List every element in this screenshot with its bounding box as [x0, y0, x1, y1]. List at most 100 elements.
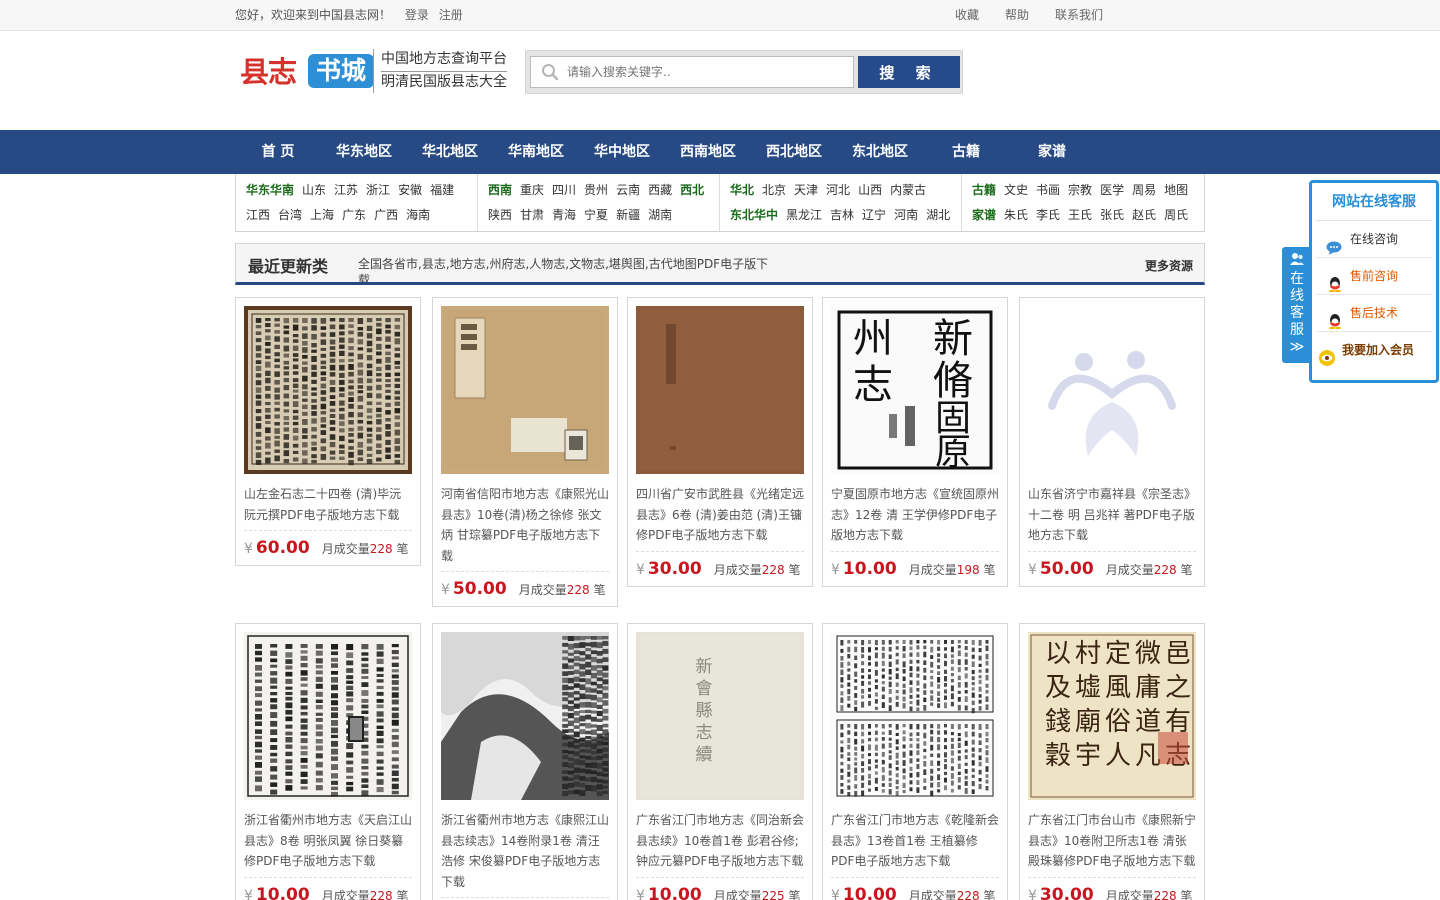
site-logo[interactable]: 县志 书城	[240, 52, 374, 92]
region-link[interactable]: 周易	[1132, 183, 1156, 197]
product-card[interactable]: 河南省信阳市地方志《康熙光山县志》10卷(清)杨之徐修 张文炳 甘琮纂PDF电子…	[432, 297, 618, 607]
region-link[interactable]: 山西	[858, 183, 882, 197]
region-link[interactable]: 赵氏	[1132, 208, 1156, 222]
nav-northeast[interactable]: 东北地区	[837, 130, 923, 174]
region-link[interactable]: 河南	[894, 208, 918, 222]
product-title-link[interactable]: 四川省广安市武胜县《光绪定远县志》6卷 (清)姜由范 (清)王镛修PDF电子版地…	[636, 484, 804, 552]
region-link[interactable]: 内蒙古	[890, 183, 926, 197]
product-title-link[interactable]: 河南省信阳市地方志《康熙光山县志》10卷(清)杨之徐修 张文炳 甘琮纂PDF电子…	[441, 484, 609, 572]
region-link[interactable]: 陕西	[488, 208, 512, 222]
search-button[interactable]: 搜 索	[858, 56, 960, 88]
more-resources-link[interactable]: 更多资源	[1145, 257, 1193, 274]
product-thumbnail[interactable]	[244, 632, 412, 800]
region-link[interactable]: 西藏	[648, 183, 672, 197]
region-link[interactable]: 文史	[1004, 183, 1028, 197]
region-link[interactable]: 新疆	[616, 208, 640, 222]
nav-south-china[interactable]: 华南地区	[493, 130, 579, 174]
product-title-link[interactable]: 山东省济宁市嘉祥县《宗圣志》十二卷 明 吕兆祥 著PDF电子版地方志下载	[1028, 484, 1196, 552]
region-link[interactable]: 宁夏	[584, 208, 608, 222]
region-link[interactable]: 周氏	[1164, 208, 1188, 222]
product-card[interactable]: 山左金石志二十四卷 (清)毕沅 阮元撰PDF电子版地方志下载 ¥60.00 月成交量…	[235, 297, 421, 566]
region-link[interactable]: 湖南	[648, 208, 672, 222]
region-link[interactable]: 河北	[826, 183, 850, 197]
product-card[interactable]: 邑之有志微庸道凡定風俗人村墟廟宇以及錢穀广东省江门市台山市《康熙新宁县志》10卷…	[1019, 623, 1205, 900]
region-link[interactable]: 书画	[1036, 183, 1060, 197]
nav-genealogy[interactable]: 家谱	[1009, 130, 1095, 174]
region-link[interactable]: 重庆	[520, 183, 544, 197]
region-link[interactable]: 王氏	[1068, 208, 1092, 222]
product-title-link[interactable]: 广东省江门市地方志《同治新会县志续》10卷首1卷 彭君谷修; 钟应元纂PDF电子…	[636, 810, 804, 878]
product-thumbnail[interactable]	[244, 306, 412, 474]
region-link[interactable]: 云南	[616, 183, 640, 197]
presale-consult-item[interactable]: 售前咨询	[1316, 258, 1432, 295]
region-link[interactable]: 青海	[552, 208, 576, 222]
region-link[interactable]: 浙江	[366, 183, 390, 197]
product-card[interactable]: 新會縣志續广东省江门市地方志《同治新会县志续》10卷首1卷 彭君谷修; 钟应元纂…	[627, 623, 813, 900]
product-thumbnail[interactable]	[831, 632, 999, 800]
region-link[interactable]: 广东	[342, 208, 366, 222]
join-member-item[interactable]: 我要加入会员	[1316, 332, 1432, 369]
region-link[interactable]: 江苏	[334, 183, 358, 197]
region-category-link[interactable]: 西南	[488, 183, 512, 197]
region-category-link[interactable]: 华东华南	[246, 183, 294, 197]
product-title-link[interactable]: 广东省江门市地方志《乾隆新会县志》13卷首1卷 王植纂修PDF电子版地方志下载	[831, 810, 999, 878]
region-category-link[interactable]: 古籍	[972, 183, 996, 197]
region-category-link[interactable]: 华北	[730, 183, 754, 197]
product-card[interactable]: 州志新脩固原宁夏固原市地方志《宣统固原州志》12卷 清 王学伊修PDF电子版地方…	[822, 297, 1008, 587]
product-title-link[interactable]: 浙江省衢州市地方志《康熙江山县志续志》14卷附录1卷 清汪浩修 宋俊纂PDF电子…	[441, 810, 609, 898]
product-thumbnail[interactable]	[441, 306, 609, 474]
nav-east-china[interactable]: 华东地区	[321, 130, 407, 174]
register-link[interactable]: 注册	[439, 8, 463, 22]
search-field[interactable]	[530, 56, 854, 88]
region-link[interactable]: 李氏	[1036, 208, 1060, 222]
product-thumbnail[interactable]	[441, 632, 609, 800]
contact-link[interactable]: 联系我们	[1055, 8, 1129, 22]
online-service-tab[interactable]: 在线客服 ≫	[1282, 247, 1312, 363]
region-link[interactable]: 辽宁	[862, 208, 886, 222]
nav-central-china[interactable]: 华中地区	[579, 130, 665, 174]
product-card[interactable]: 山东省济宁市嘉祥县《宗圣志》十二卷 明 吕兆祥 著PDF电子版地方志下载 ¥50.…	[1019, 297, 1205, 587]
region-link[interactable]: 海南	[406, 208, 430, 222]
region-link[interactable]: 朱氏	[1004, 208, 1028, 222]
product-thumbnail[interactable]: 邑之有志微庸道凡定風俗人村墟廟宇以及錢穀	[1028, 632, 1196, 800]
region-link[interactable]: 宗教	[1068, 183, 1092, 197]
region-link[interactable]: 地图	[1164, 183, 1188, 197]
product-card[interactable]: 浙江省衢州市地方志《天启江山县志》8卷 明张凤翼 徐日葵纂修PDF电子版地方志下…	[235, 623, 421, 900]
region-link[interactable]: 江西	[246, 208, 270, 222]
product-title-link[interactable]: 山左金石志二十四卷 (清)毕沅 阮元撰PDF电子版地方志下载	[244, 484, 412, 531]
product-thumbnail[interactable]	[636, 306, 804, 474]
region-link[interactable]: 天津	[794, 183, 818, 197]
product-title-link[interactable]: 浙江省衢州市地方志《天启江山县志》8卷 明张凤翼 徐日葵纂修PDF电子版地方志下…	[244, 810, 412, 878]
region-category-link[interactable]: 东北华中	[730, 208, 778, 222]
product-card[interactable]: 四川省广安市武胜县《光绪定远县志》6卷 (清)姜由范 (清)王镛修PDF电子版地…	[627, 297, 813, 587]
nav-home[interactable]: 首 页	[235, 130, 321, 174]
region-link[interactable]: 福建	[430, 183, 454, 197]
region-link[interactable]: 广西	[374, 208, 398, 222]
nav-north-china[interactable]: 华北地区	[407, 130, 493, 174]
help-link[interactable]: 帮助	[1005, 8, 1055, 22]
region-link[interactable]: 上海	[310, 208, 334, 222]
login-link[interactable]: 登录	[405, 8, 429, 22]
region-link[interactable]: 医学	[1100, 183, 1124, 197]
region-link[interactable]: 甘肃	[520, 208, 544, 222]
aftersale-tech-item[interactable]: 售后技术	[1316, 295, 1432, 332]
region-link[interactable]: 张氏	[1100, 208, 1124, 222]
nav-ancient-books[interactable]: 古籍	[923, 130, 1009, 174]
region-link[interactable]: 黑龙江	[786, 208, 822, 222]
product-thumbnail[interactable]: 州志新脩固原	[831, 306, 999, 474]
search-input[interactable]	[567, 61, 847, 83]
region-link[interactable]: 湖北	[926, 208, 950, 222]
product-title-link[interactable]: 宁夏固原市地方志《宣统固原州志》12卷 清 王学伊修PDF电子版地方志下载	[831, 484, 999, 552]
region-link[interactable]: 吉林	[830, 208, 854, 222]
region-link[interactable]: 四川	[552, 183, 576, 197]
region-category-link[interactable]: 家谱	[972, 208, 996, 222]
product-card[interactable]: 广东省江门市地方志《乾隆新会县志》13卷首1卷 王植纂修PDF电子版地方志下载 ¥…	[822, 623, 1008, 900]
online-consult-item[interactable]: 在线咨询	[1316, 221, 1432, 258]
nav-southwest[interactable]: 西南地区	[665, 130, 751, 174]
product-thumbnail[interactable]: 新會縣志續	[636, 632, 804, 800]
region-link[interactable]: 台湾	[278, 208, 302, 222]
region-link[interactable]: 贵州	[584, 183, 608, 197]
region-link[interactable]: 山东	[302, 183, 326, 197]
region-link[interactable]: 北京	[762, 183, 786, 197]
region-category-link[interactable]: 西北	[680, 183, 704, 197]
